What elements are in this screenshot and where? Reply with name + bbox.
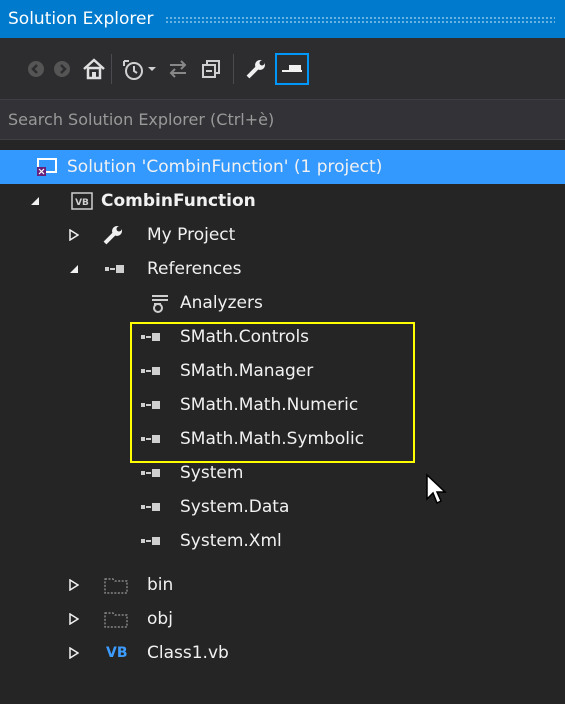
reference-item[interactable]: System [0, 456, 565, 490]
reference-item[interactable]: SMath.Math.Numeric [0, 388, 565, 422]
analyzers-icon [150, 293, 170, 313]
tree-row-bin[interactable]: bin [0, 568, 565, 602]
reference-label: SMath.Math.Numeric [180, 395, 359, 415]
tree-row-obj[interactable]: obj [0, 602, 565, 636]
mouse-cursor-icon [425, 473, 449, 511]
obj-label: obj [147, 609, 173, 629]
reference-icon [140, 535, 170, 547]
sync-icon[interactable] [167, 51, 189, 87]
collapse-all-icon[interactable] [201, 51, 221, 87]
back-icon[interactable] [26, 51, 46, 87]
pending-changes-icon[interactable] [121, 51, 145, 87]
collapsed-arrow-icon[interactable] [68, 579, 80, 591]
class1-label: Class1.vb [147, 643, 229, 663]
vb-file-icon: VB [106, 645, 128, 661]
solution-icon [36, 157, 58, 177]
search-input[interactable] [8, 110, 548, 129]
tree-row-analyzers[interactable]: Analyzers [0, 286, 565, 320]
tree-row-my-project[interactable]: My Project [0, 218, 565, 252]
reference-icon [140, 365, 170, 377]
bin-label: bin [147, 575, 174, 595]
collapsed-arrow-icon[interactable] [68, 229, 80, 241]
collapsed-arrow-icon[interactable] [68, 613, 80, 625]
reference-label: System.Xml [180, 531, 282, 551]
preview-icon[interactable] [275, 52, 309, 85]
reference-icon [140, 433, 170, 445]
reference-item[interactable]: System.Data [0, 490, 565, 524]
title-bar: Solution Explorer [0, 0, 565, 38]
tree-row-class1[interactable]: VB Class1.vb [0, 636, 565, 670]
panel-title: Solution Explorer [8, 9, 154, 29]
reference-icon [140, 467, 170, 479]
reference-label: SMath.Math.Symbolic [180, 429, 365, 449]
toolbar-separator [111, 53, 112, 84]
reference-icon [140, 331, 170, 343]
vb-project-icon: VB [71, 192, 93, 210]
title-grip[interactable] [165, 15, 555, 23]
solution-label: Solution 'CombinFunction' (1 project) [67, 157, 383, 177]
references-label: References [147, 259, 242, 279]
reference-item[interactable]: SMath.Controls [0, 320, 565, 354]
svg-text:VB: VB [75, 198, 89, 208]
expanded-arrow-icon[interactable] [68, 263, 80, 275]
tree-row-project[interactable]: VB CombinFunction [0, 184, 565, 218]
toolbar [0, 38, 565, 99]
project-label: CombinFunction [101, 191, 256, 211]
collapsed-arrow-icon[interactable] [68, 647, 80, 659]
folder-icon [104, 610, 128, 628]
search-bar [0, 99, 565, 140]
my-project-label: My Project [147, 225, 236, 245]
home-icon[interactable] [82, 51, 106, 87]
reference-label: SMath.Manager [180, 361, 314, 381]
reference-item[interactable]: System.Xml [0, 524, 565, 558]
analyzers-label: Analyzers [180, 293, 263, 313]
dropdown-icon[interactable] [147, 51, 157, 87]
wrench-icon [102, 225, 124, 245]
reference-label: SMath.Controls [180, 327, 310, 347]
references-icon [104, 263, 134, 275]
reference-label: System [180, 463, 244, 483]
reference-label: System.Data [180, 497, 290, 517]
folder-icon [104, 576, 128, 594]
forward-icon[interactable] [52, 51, 72, 87]
properties-icon[interactable] [245, 51, 267, 87]
tree-row-references[interactable]: References [0, 252, 565, 286]
reference-icon [140, 399, 170, 411]
tree-row-solution[interactable]: Solution 'CombinFunction' (1 project) [0, 150, 565, 184]
reference-item[interactable]: SMath.Manager [0, 354, 565, 388]
toolbar-separator-2 [233, 53, 234, 84]
reference-item[interactable]: SMath.Math.Symbolic [0, 422, 565, 456]
reference-icon [140, 501, 170, 513]
expanded-arrow-icon[interactable] [29, 195, 41, 207]
